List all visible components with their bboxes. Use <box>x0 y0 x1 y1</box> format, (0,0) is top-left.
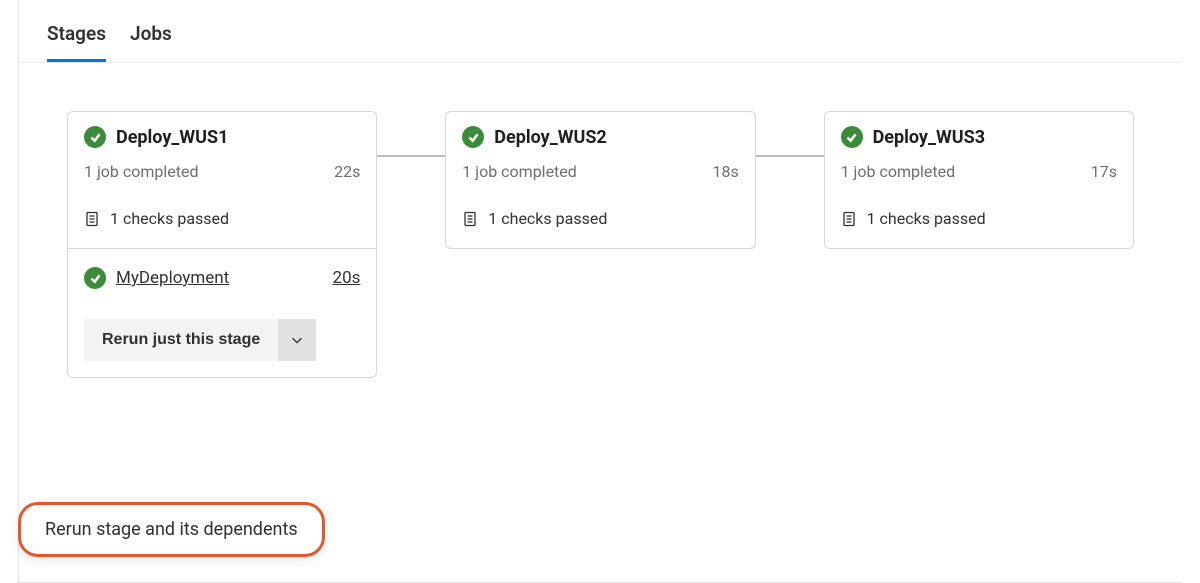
stage-meta: 1 job completed 17s <box>825 156 1133 195</box>
stage-header: Deploy_WUS2 <box>446 112 754 156</box>
success-check-icon <box>841 126 863 148</box>
stage-card-wus3[interactable]: Deploy_WUS3 1 job completed 17s <box>824 111 1134 249</box>
stage-checks: 1 checks passed <box>825 195 1133 248</box>
checks-text: 1 checks passed <box>867 209 986 228</box>
job-row[interactable]: MyDeployment 20s <box>68 248 376 305</box>
stage-meta: 1 job completed 18s <box>446 156 754 195</box>
job-duration[interactable]: 20s <box>333 268 361 288</box>
stage-duration: 17s <box>1091 162 1117 181</box>
stage-card-wus2[interactable]: Deploy_WUS2 1 job completed 18s <box>445 111 755 249</box>
stage-title: Deploy_WUS3 <box>873 127 985 148</box>
stage-duration: 18s <box>712 162 738 181</box>
success-check-icon <box>84 267 106 289</box>
rerun-row: Rerun just this stage <box>68 305 376 377</box>
rerun-dependents-option[interactable]: Rerun stage and its dependents <box>45 519 298 540</box>
stage-checks: 1 checks passed <box>68 195 376 248</box>
stage-connector <box>377 151 445 161</box>
checks-text: 1 checks passed <box>110 209 229 228</box>
checklist-icon <box>841 211 857 227</box>
rerun-stage-button[interactable]: Rerun just this stage <box>84 319 278 361</box>
success-check-icon <box>84 126 106 148</box>
tab-jobs[interactable]: Jobs <box>130 22 172 62</box>
pipeline-content: Deploy_WUS1 1 job completed 22s <box>19 63 1182 378</box>
stage-status: 1 job completed <box>462 162 577 181</box>
tab-stages[interactable]: Stages <box>47 22 106 62</box>
chevron-down-icon <box>290 333 304 347</box>
success-check-icon <box>462 126 484 148</box>
stage-checks: 1 checks passed <box>446 195 754 248</box>
stage-meta: 1 job completed 22s <box>68 156 376 195</box>
rerun-dropdown-button[interactable] <box>278 319 316 361</box>
stage-status: 1 job completed <box>84 162 199 181</box>
tabs-bar: Stages Jobs <box>19 0 1182 63</box>
job-left: MyDeployment <box>84 267 229 289</box>
checks-text: 1 checks passed <box>488 209 607 228</box>
stage-connector <box>756 151 824 161</box>
stage-header: Deploy_WUS3 <box>825 112 1133 156</box>
stage-header: Deploy_WUS1 <box>68 112 376 156</box>
stage-title: Deploy_WUS2 <box>494 127 606 148</box>
stage-duration: 22s <box>334 162 360 181</box>
checklist-icon <box>84 211 100 227</box>
stage-title: Deploy_WUS1 <box>116 127 228 148</box>
rerun-dropdown-menu: Rerun stage and its dependents <box>18 502 325 557</box>
pipeline-row: Deploy_WUS1 1 job completed 22s <box>67 111 1134 378</box>
stage-status: 1 job completed <box>841 162 956 181</box>
job-name-link[interactable]: MyDeployment <box>116 268 229 288</box>
checklist-icon <box>462 211 478 227</box>
stage-card-wus1[interactable]: Deploy_WUS1 1 job completed 22s <box>67 111 377 378</box>
